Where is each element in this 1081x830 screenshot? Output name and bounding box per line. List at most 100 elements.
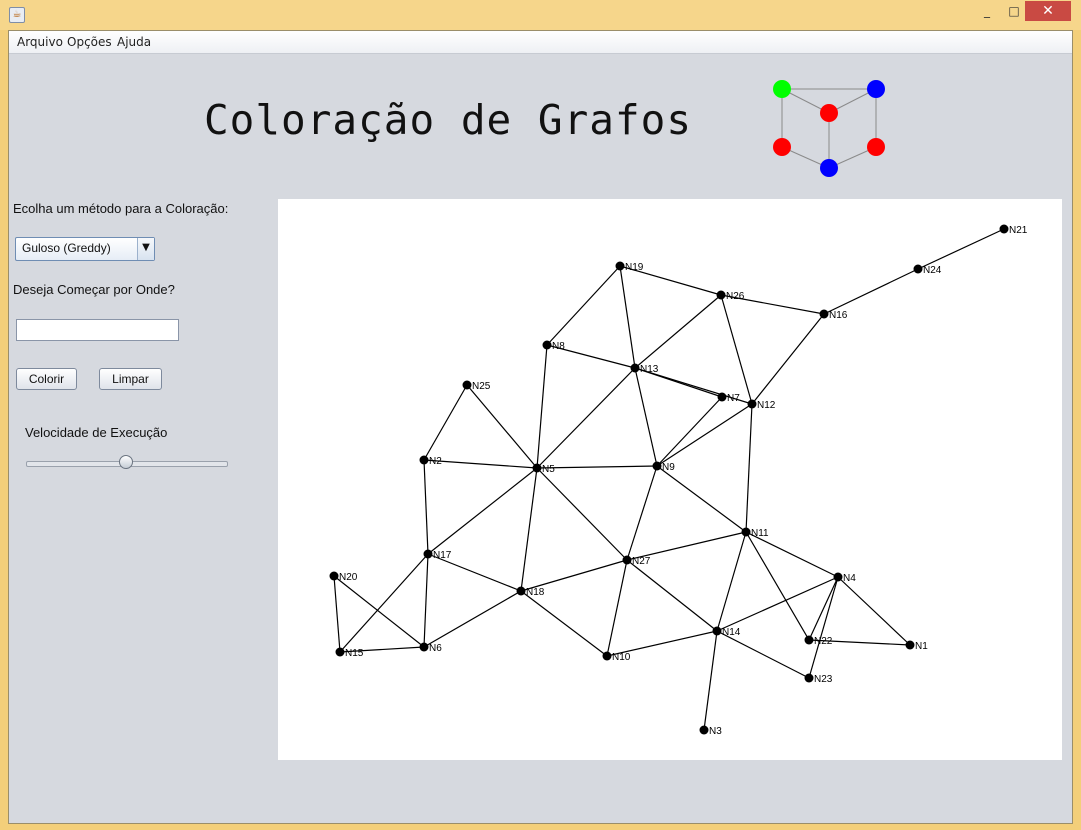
graph-edge-N17-N15 [339, 553, 429, 653]
graph-svg: N1 N2 N3 N4 N5 N6 N7 N8 N9 N10 N11 N12 N13 N14 N15 N16 N… [329, 224, 1028, 737]
graph-node-label-N4: N4 [843, 573, 856, 584]
java-cup-icon: ☕ [9, 7, 25, 23]
graph-node-N26[interactable] [716, 290, 726, 300]
menu-arquivo[interactable]: Arquivo [17, 35, 63, 49]
graph-edge-N6-N18 [423, 590, 522, 648]
chevron-down-icon[interactable]: ▼ [137, 238, 154, 260]
graph-node-label-N23: N23 [814, 674, 833, 685]
graph-edge-N9-N11 [656, 465, 747, 533]
start-node-input[interactable] [16, 319, 179, 341]
speed-slider-thumb[interactable] [119, 455, 133, 469]
graph-node-N20[interactable] [329, 571, 339, 581]
graph-edge-N13-N9 [634, 367, 658, 467]
graph-node-label-N11: N11 [751, 528, 769, 539]
app-content: Arquivo Opções Ajuda Coloração de Grafos [8, 30, 1073, 824]
graph-node-N19[interactable] [615, 261, 625, 271]
graph-edge-N19-N8 [546, 265, 621, 346]
method-label: Ecolha um método para a Coloração: [13, 201, 229, 216]
graph-node-N18[interactable] [516, 586, 526, 596]
graph-edge-N11-N14 [716, 531, 747, 632]
graph-node-label-N3: N3 [709, 726, 722, 737]
graph-node-N16[interactable] [819, 309, 829, 319]
graph-node-N12[interactable] [747, 399, 757, 409]
graph-node-N22[interactable] [804, 635, 814, 645]
start-label: Deseja Começar por Onde? [13, 282, 175, 297]
graph-edge-N5-N27 [536, 467, 628, 561]
title-bar[interactable]: ☕ _ □ ✕ [0, 0, 1081, 30]
graph-node-N1[interactable] [905, 640, 915, 650]
graph-edge-N14-N23 [716, 630, 810, 679]
graph-node-label-N2: N2 [429, 456, 442, 467]
graph-edge-N20-N15 [333, 575, 341, 653]
graph-node-label-N18: N18 [526, 587, 545, 598]
graph-node-N2[interactable] [419, 455, 429, 465]
graph-edge-N5-N18 [520, 467, 538, 592]
graph-node-label-N14: N14 [722, 627, 741, 638]
graph-edge-N21-N24 [917, 228, 1005, 270]
graph-node-N17[interactable] [423, 549, 433, 559]
graph-edge-N4-N1 [837, 576, 911, 646]
graph-edge-N25-N2 [423, 384, 468, 461]
graph-node-N14[interactable] [712, 626, 722, 636]
speed-label: Velocidade de Execução [25, 425, 168, 440]
graph-node-N25[interactable] [462, 380, 472, 390]
color-button[interactable]: Colorir [16, 368, 77, 390]
graph-edge-N5-N17 [427, 467, 538, 555]
graph-edge-N12-N11 [745, 403, 753, 533]
graph-edge-N26-N13 [634, 294, 722, 369]
maximize-button[interactable]: □ [1004, 1, 1024, 21]
graph-node-N21[interactable] [999, 224, 1009, 234]
graph-edge-N17-N6 [423, 553, 429, 648]
graph-edge-N27-N10 [606, 559, 628, 657]
graph-node-label-N10: N10 [612, 652, 631, 663]
graph-edge-N25-N5 [466, 384, 538, 469]
graph-node-N24[interactable] [913, 264, 923, 274]
graph-edge-N9-N27 [626, 465, 658, 561]
graph-node-N10[interactable] [602, 651, 612, 661]
graph-edge-N8-N5 [536, 344, 548, 469]
graph-node-N11[interactable] [741, 527, 751, 537]
graph-edge-N14-N3 [703, 630, 718, 731]
graph-node-N4[interactable] [833, 572, 843, 582]
graph-node-N9[interactable] [652, 461, 662, 471]
menu-ajuda[interactable]: Ajuda [117, 35, 151, 49]
graph-node-N15[interactable] [335, 647, 345, 657]
graph-node-label-N1: N1 [915, 641, 928, 652]
minimize-button[interactable]: _ [977, 1, 997, 21]
graph-node-label-N15: N15 [345, 648, 364, 659]
graph-node-label-N13: N13 [640, 364, 659, 375]
graph-edge-N4-N22 [808, 576, 839, 641]
graph-node-label-N7: N7 [727, 393, 740, 404]
page-title: Coloração de Grafos [204, 96, 692, 144]
menu-bar: Arquivo Opções Ajuda [9, 31, 1072, 54]
graph-node-label-N17: N17 [433, 550, 452, 561]
graph-node-label-N8: N8 [552, 341, 565, 352]
graph-node-label-N5: N5 [542, 464, 555, 475]
graph-edge-N20-N6 [333, 575, 425, 648]
graph-edge-N11-N22 [745, 531, 810, 641]
graph-node-N7[interactable] [717, 392, 727, 402]
graph-node-N8[interactable] [542, 340, 552, 350]
close-button[interactable]: ✕ [1025, 1, 1071, 21]
graph-node-N23[interactable] [804, 673, 814, 683]
graph-node-label-N22: N22 [814, 636, 833, 647]
graph-node-label-N24: N24 [923, 265, 942, 276]
graph-edge-N16-N12 [751, 313, 825, 405]
method-select[interactable]: Guloso (Greddy) ▼ [15, 237, 155, 261]
graph-node-N5[interactable] [532, 463, 542, 473]
graph-node-label-N25: N25 [472, 381, 491, 392]
graph-node-label-N27: N27 [632, 556, 651, 567]
graph-node-N6[interactable] [419, 642, 429, 652]
graph-node-label-N21: N21 [1009, 225, 1028, 236]
method-select-value: Guloso (Greddy) [22, 241, 111, 255]
graph-logo-icon [773, 80, 885, 177]
graph-node-N13[interactable] [630, 363, 640, 373]
graph-node-N3[interactable] [699, 725, 709, 735]
menu-opcoes[interactable]: Opções [67, 35, 112, 49]
graph-node-label-N12: N12 [757, 400, 776, 411]
graph-canvas[interactable]: N1 N2 N3 N4 N5 N6 N7 N8 N9 N10 N11 N12 N13 N14 N15 N16 N… [278, 199, 1062, 760]
graph-node-N27[interactable] [622, 555, 632, 565]
graph-edge-N5-N9 [536, 465, 658, 469]
graph-node-label-N6: N6 [429, 643, 442, 654]
clear-button[interactable]: Limpar [99, 368, 162, 390]
